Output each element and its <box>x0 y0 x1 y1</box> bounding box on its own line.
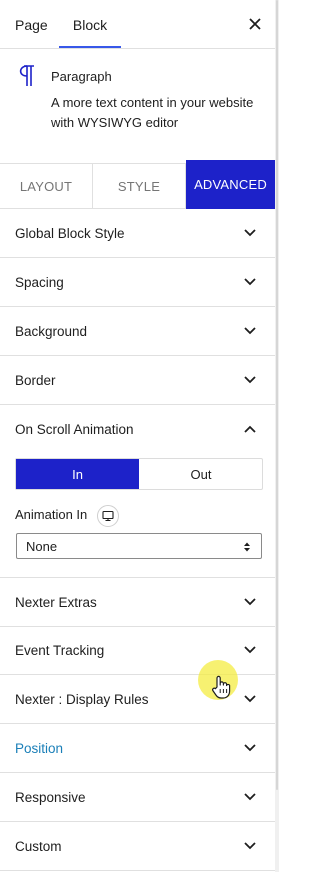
section-label: Nexter : Display Rules <box>15 692 149 707</box>
select-arrows-icon <box>244 542 250 552</box>
animation-in-select[interactable]: None <box>16 533 262 559</box>
section-background[interactable]: Background <box>0 307 275 356</box>
sidebar-tabs: Page Block <box>0 0 275 49</box>
responsive-device-button[interactable] <box>97 505 119 527</box>
chevron-up-icon <box>244 425 256 433</box>
desktop-icon <box>102 510 114 522</box>
scrollbar-thumb[interactable] <box>276 0 278 790</box>
tab-layout[interactable]: LAYOUT <box>0 164 93 208</box>
section-label: Background <box>15 324 88 339</box>
active-tab-indicator <box>59 46 121 48</box>
tab-block-label: Block <box>72 17 108 33</box>
section-spacing[interactable]: Spacing <box>0 258 275 307</box>
section-global-block-style[interactable]: Global Block Style <box>0 209 275 258</box>
chevron-down-icon <box>244 229 256 237</box>
section-position[interactable]: Position <box>0 724 275 773</box>
section-custom[interactable]: Custom <box>0 822 275 871</box>
chevron-down-icon <box>244 278 256 286</box>
chevron-down-icon <box>244 793 256 801</box>
tab-page[interactable]: Page <box>15 0 48 48</box>
block-title: Paragraph <box>51 69 112 84</box>
section-label: Position <box>15 741 64 756</box>
tab-block[interactable]: Block <box>59 0 121 48</box>
chevron-down-icon <box>244 842 256 850</box>
chevron-down-icon <box>244 598 256 606</box>
block-settings-panel: Page Block Paragraph A more text content… <box>0 0 275 872</box>
section-label: On Scroll Animation <box>15 422 134 437</box>
block-description: A more text content in your website with… <box>51 95 254 130</box>
animation-in-button[interactable]: In <box>16 459 139 489</box>
section-label: Nexter Extras <box>15 595 97 610</box>
chevron-down-icon <box>244 695 256 703</box>
section-label: Custom <box>15 839 62 854</box>
hand-pointer-icon <box>212 675 231 699</box>
section-responsive[interactable]: Responsive <box>0 773 275 822</box>
chevron-down-icon <box>244 646 256 654</box>
close-icon[interactable] <box>246 15 264 33</box>
style-tabs: LAYOUT STYLE ADVANCED <box>0 160 275 209</box>
chevron-down-icon <box>244 376 256 384</box>
animation-direction-toggle: In Out <box>15 458 263 490</box>
section-label: Border <box>15 373 56 388</box>
paragraph-icon <box>19 65 34 86</box>
section-nexter-extras[interactable]: Nexter Extras <box>0 577 275 627</box>
section-label: Global Block Style <box>15 226 125 241</box>
chevron-down-icon <box>244 327 256 335</box>
animation-in-value: None <box>26 539 58 554</box>
section-on-scroll-animation[interactable]: On Scroll Animation <box>0 405 275 453</box>
section-border[interactable]: Border <box>0 356 275 405</box>
scrollbar[interactable] <box>275 0 279 872</box>
chevron-down-icon <box>244 744 256 752</box>
animation-out-button[interactable]: Out <box>140 459 262 489</box>
tab-style[interactable]: STYLE <box>93 164 186 208</box>
section-label: Responsive <box>15 790 86 805</box>
block-card: Paragraph A more text content in your we… <box>0 49 275 161</box>
section-label: Spacing <box>15 275 64 290</box>
animation-in-label: Animation In <box>15 507 88 522</box>
tab-advanced[interactable]: ADVANCED <box>186 160 275 209</box>
section-label: Event Tracking <box>15 643 105 658</box>
